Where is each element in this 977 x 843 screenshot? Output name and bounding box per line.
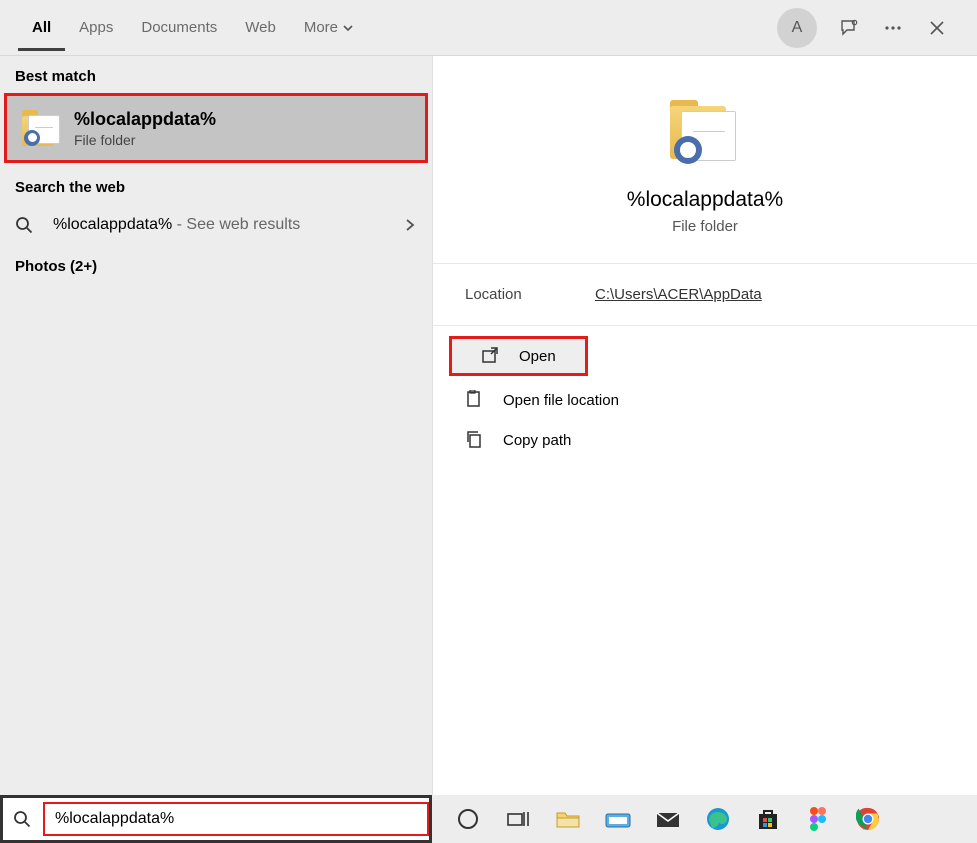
tab-more[interactable]: More [290, 4, 368, 51]
bottom-bar [0, 795, 977, 843]
web-result-text: %localappdata% - See web results [53, 216, 403, 234]
search-icon [13, 810, 31, 828]
action-copy-path-label: Copy path [503, 432, 571, 449]
tab-all[interactable]: All [18, 4, 65, 51]
web-result-suffix: - See web results [172, 216, 300, 233]
action-copy-path[interactable]: Copy path [433, 420, 977, 460]
best-match-result[interactable]: %localappdata% File folder [4, 93, 428, 163]
actions-list: Open Open file location Copy path [433, 326, 977, 466]
preview-subtitle: File folder [672, 218, 738, 235]
best-match-title: %localappdata% [74, 109, 216, 130]
chrome-icon[interactable] [852, 803, 884, 835]
location-path[interactable]: C:\Users\ACER\AppData [595, 286, 762, 303]
location-label: Location [465, 286, 595, 303]
action-open-file-location[interactable]: Open file location [433, 380, 977, 420]
detail-pane: %localappdata% File folder Location C:\U… [432, 56, 977, 795]
edge-icon[interactable] [702, 803, 734, 835]
feedback-icon[interactable] [827, 6, 871, 50]
search-icon [15, 216, 39, 234]
copy-icon [465, 430, 489, 450]
search-web-header: Search the web [0, 167, 432, 204]
search-filter-tabs: All Apps Documents Web More A [0, 0, 977, 56]
chevron-down-icon [342, 22, 354, 34]
tab-more-label: More [304, 19, 338, 36]
file-explorer-icon[interactable] [552, 803, 584, 835]
search-input-highlight [43, 802, 429, 836]
search-input[interactable] [55, 810, 421, 828]
action-open-label: Open [519, 348, 556, 365]
results-pane: Best match %localappdata% File folder Se… [0, 56, 432, 795]
account-avatar[interactable]: A [777, 8, 817, 48]
task-view-icon[interactable] [502, 803, 534, 835]
action-open-file-location-label: Open file location [503, 392, 619, 409]
taskbar [432, 795, 977, 843]
keyboard-icon[interactable] [602, 803, 634, 835]
open-icon [481, 346, 505, 366]
file-location-icon [465, 390, 489, 410]
web-result-query: %localappdata% [53, 216, 172, 233]
close-icon[interactable] [915, 6, 959, 50]
cortana-icon[interactable] [452, 803, 484, 835]
figma-icon[interactable] [802, 803, 834, 835]
web-result[interactable]: %localappdata% - See web results [0, 204, 432, 246]
tab-apps[interactable]: Apps [65, 4, 127, 51]
search-box[interactable] [0, 795, 432, 843]
more-options-icon[interactable] [871, 6, 915, 50]
store-icon[interactable] [752, 803, 784, 835]
preview-block: %localappdata% File folder [433, 56, 977, 264]
preview-title: %localappdata% [627, 188, 783, 212]
best-match-subtitle: File folder [74, 132, 216, 148]
mail-icon[interactable] [652, 803, 684, 835]
action-open[interactable]: Open [449, 336, 588, 376]
chevron-right-icon [403, 218, 417, 232]
best-match-header: Best match [0, 56, 432, 93]
tab-web[interactable]: Web [231, 4, 290, 51]
photos-header[interactable]: Photos (2+) [0, 246, 432, 283]
folder-icon [670, 98, 740, 168]
location-row: Location C:\Users\ACER\AppData [433, 264, 977, 326]
tab-documents[interactable]: Documents [127, 4, 231, 51]
folder-icon [22, 108, 62, 148]
